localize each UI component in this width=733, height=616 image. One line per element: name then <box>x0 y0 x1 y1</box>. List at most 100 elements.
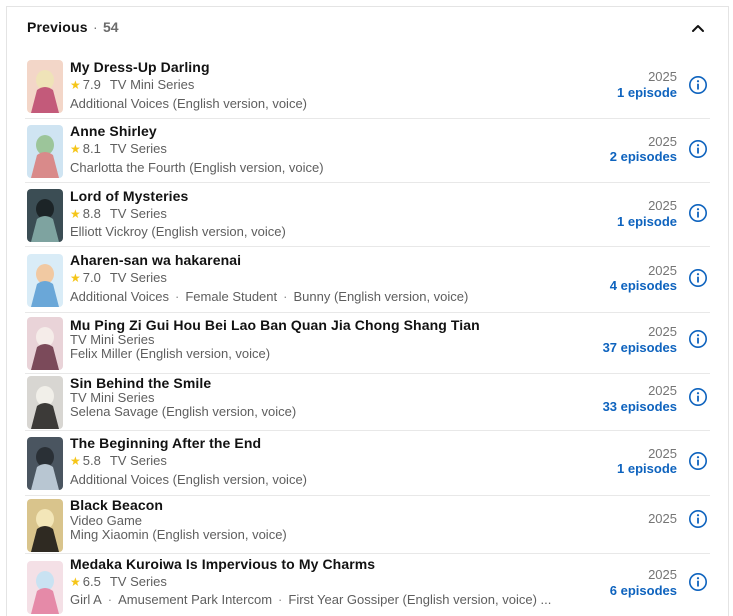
credit-roles: Selena Savage (English version, voice) <box>70 404 296 419</box>
info-circle-icon[interactable] <box>688 329 708 349</box>
section-separator: · <box>93 19 98 35</box>
credit-title-link[interactable]: Mu Ping Zi Gui Hou Bei Lao Ban Quan Jia … <box>70 317 480 333</box>
info-circle-icon[interactable] <box>688 451 708 471</box>
info-circle-icon[interactable] <box>688 268 708 288</box>
poster-image[interactable] <box>27 317 63 370</box>
character-role: Bunny (English version, voice) <box>293 289 469 304</box>
character-role: Elliott Vickroy (English version, voice) <box>70 224 286 239</box>
character-role: Amusement Park Intercom <box>118 592 273 607</box>
title-type: Video Game <box>70 513 143 528</box>
credit-meta: ★ 7.0 TV Series <box>70 270 167 285</box>
star-icon: ★ <box>70 454 81 468</box>
star-icon: ★ <box>70 78 81 92</box>
title-type: TV Mini Series <box>70 332 155 347</box>
credit-meta: ★ 6.5 TV Series <box>70 574 167 589</box>
poster-image[interactable] <box>27 437 63 490</box>
rating-value: 8.8 <box>82 206 101 221</box>
episodes-link[interactable]: 6 episodes <box>610 583 677 598</box>
star-icon: ★ <box>70 575 81 589</box>
credit-roles: Elliott Vickroy (English version, voice) <box>70 224 286 239</box>
credit-row[interactable]: Lord of Mysteries ★ 8.8 TV Series Elliott Vi… <box>25 183 710 247</box>
rating-value: 6.5 <box>82 574 101 589</box>
poster-image[interactable] <box>27 254 63 307</box>
credit-row[interactable]: Mu Ping Zi Gui Hou Bei Lao Ban Quan Jia … <box>25 313 710 374</box>
credit-roles: Additional Voices (English version, voic… <box>70 96 307 111</box>
character-role: Felix Miller (English version, voice) <box>70 346 271 361</box>
episodes-link[interactable]: 1 episode <box>617 461 677 476</box>
info-circle-icon[interactable] <box>688 387 708 407</box>
poster-image[interactable] <box>27 499 63 552</box>
poster-art <box>27 561 63 614</box>
credit-title-link[interactable]: Black Beacon <box>70 497 163 513</box>
credit-meta: ★ 8.8 TV Series <box>70 206 167 221</box>
poster-image[interactable] <box>27 60 63 113</box>
section-header[interactable]: Previous · 54 <box>7 7 728 47</box>
rating-value: 7.0 <box>82 270 101 285</box>
poster-image[interactable] <box>27 125 63 178</box>
credit-roles: Charlotta the Fourth (English version, v… <box>70 160 324 175</box>
credit-title-link[interactable]: Aharen-san wa hakarenai <box>70 252 241 268</box>
credit-title-link[interactable]: Anne Shirley <box>70 123 157 139</box>
credit-title-link[interactable]: The Beginning After the End <box>70 435 261 451</box>
credit-title-link[interactable]: Medaka Kuroiwa Is Impervious to My Charm… <box>70 556 375 572</box>
rating-value: 8.1 <box>82 141 101 156</box>
character-role: First Year Gossiper (English version, vo… <box>288 592 552 607</box>
episodes-link[interactable]: 1 episode <box>617 85 677 100</box>
section-count: 54 <box>103 19 119 35</box>
title-type: TV Mini Series <box>70 390 155 405</box>
credit-roles: Girl A · Amusement Park Intercom · First Yea… <box>70 592 551 607</box>
poster-art <box>27 317 63 370</box>
poster-art <box>27 60 63 113</box>
title-type: TV Series <box>109 453 167 468</box>
credit-roles: Additional Voices (English version, voic… <box>70 472 307 487</box>
poster-art <box>27 437 63 490</box>
role-separator: · <box>278 592 283 607</box>
poster-image[interactable] <box>27 376 63 429</box>
character-role: Charlotta the Fourth (English version, v… <box>70 160 324 175</box>
previous-credits-panel: Previous · 54 My Dress-Up Darling ★ 7.9 TV … <box>6 6 729 616</box>
release-year: 2025 <box>648 198 677 213</box>
episodes-link[interactable]: 2 episodes <box>610 149 677 164</box>
credit-meta: TV Mini Series <box>70 332 155 347</box>
rating-value: 7.9 <box>82 77 101 92</box>
release-year: 2025 <box>648 383 677 398</box>
role-separator: · <box>107 592 113 607</box>
title-type: TV Series <box>109 270 167 285</box>
credit-row[interactable]: Medaka Kuroiwa Is Impervious to My Charm… <box>25 554 710 616</box>
character-role: Ming Xiaomin (English version, voice) <box>70 527 287 542</box>
credit-row[interactable]: The Beginning After the End ★ 5.8 TV Series… <box>25 431 710 496</box>
credit-title-link[interactable]: Lord of Mysteries <box>70 188 188 204</box>
role-separator: · <box>175 289 180 304</box>
credit-meta: ★ 7.9 TV Mini Series <box>70 77 194 92</box>
character-role: Additional Voices <box>70 289 170 304</box>
credit-row[interactable]: Sin Behind the Smile TV Mini Series Selena… <box>25 374 710 431</box>
chevron-up-icon[interactable] <box>690 20 706 36</box>
info-circle-icon[interactable] <box>688 572 708 592</box>
credit-row[interactable]: Black Beacon Video Game Ming Xiaomin (Engl… <box>25 496 710 554</box>
character-role: Additional Voices (English version, voic… <box>70 472 308 487</box>
credit-row[interactable]: Aharen-san wa hakarenai ★ 7.0 TV Series Addi… <box>25 247 710 313</box>
credit-title-link[interactable]: Sin Behind the Smile <box>70 375 211 391</box>
episodes-link[interactable]: 1 episode <box>617 214 677 229</box>
title-type: TV Series <box>109 206 167 221</box>
info-circle-icon[interactable] <box>688 509 708 529</box>
episodes-link[interactable]: 33 episodes <box>603 399 677 414</box>
info-circle-icon[interactable] <box>688 203 708 223</box>
credit-roles: Felix Miller (English version, voice) <box>70 346 270 361</box>
release-year: 2025 <box>648 567 677 582</box>
release-year: 2025 <box>648 134 677 149</box>
credit-title-link[interactable]: My Dress-Up Darling <box>70 59 210 75</box>
release-year: 2025 <box>648 69 677 84</box>
info-circle-icon[interactable] <box>688 139 708 159</box>
release-year: 2025 <box>648 511 677 526</box>
poster-art <box>27 254 63 307</box>
credit-row[interactable]: Anne Shirley ★ 8.1 TV Series Charlotta the F… <box>25 119 710 183</box>
poster-image[interactable] <box>27 561 63 614</box>
credit-roles: Ming Xiaomin (English version, voice) <box>70 527 287 542</box>
episodes-link[interactable]: 4 episodes <box>610 278 677 293</box>
credit-row[interactable]: My Dress-Up Darling ★ 7.9 TV Mini Series Add… <box>25 54 710 119</box>
info-circle-icon[interactable] <box>688 75 708 95</box>
episodes-link[interactable]: 37 episodes <box>603 340 677 355</box>
poster-image[interactable] <box>27 189 63 242</box>
credit-meta: ★ 5.8 TV Series <box>70 453 167 468</box>
